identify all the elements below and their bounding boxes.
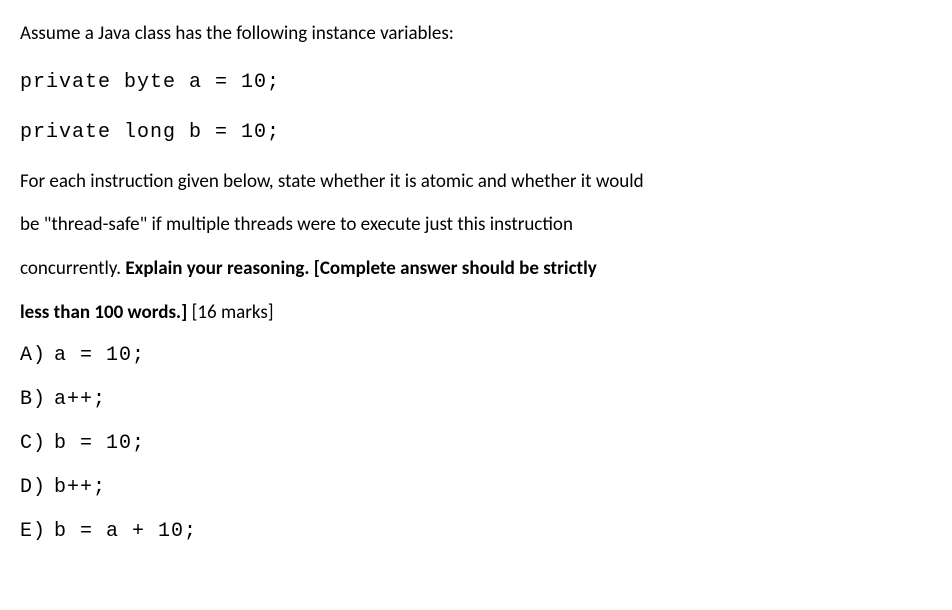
option-a: A) a = 10; [20, 334, 932, 378]
question-line-4-bold: less than 100 words.] [20, 301, 187, 324]
question-block: For each instruction given below, state … [20, 160, 932, 335]
option-d: D) b++; [20, 466, 932, 510]
option-code: a++; [54, 388, 106, 411]
question-line-4: less than 100 words.] [16 marks] [20, 291, 932, 335]
option-code: a = 10; [54, 344, 145, 367]
declaration-2: private long b = 10; [20, 110, 932, 156]
intro-text: Assume a Java class has the following in… [20, 12, 932, 56]
option-code: b = a + 10; [54, 520, 197, 543]
question-line-1: For each instruction given below, state … [20, 160, 932, 204]
option-label: E) [20, 520, 46, 543]
option-label: D) [20, 476, 46, 499]
question-line-3-plain: concurrently. [20, 257, 125, 280]
option-code: b++; [54, 476, 106, 499]
option-e: E) b = a + 10; [20, 510, 932, 554]
option-label: B) [20, 388, 46, 411]
question-line-4-plain: [16 marks] [187, 301, 273, 324]
option-c: C) b = 10; [20, 422, 932, 466]
question-line-3: concurrently. Explain your reasoning. [C… [20, 247, 932, 291]
option-b: B) a++; [20, 378, 932, 422]
option-label: C) [20, 432, 46, 455]
question-line-3-bold: Explain your reasoning. [Complete answer… [125, 257, 596, 280]
question-line-2: be "thread-safe" if multiple threads wer… [20, 203, 932, 247]
option-label: A) [20, 344, 46, 367]
option-code: b = 10; [54, 432, 145, 455]
declaration-1: private byte a = 10; [20, 60, 932, 106]
